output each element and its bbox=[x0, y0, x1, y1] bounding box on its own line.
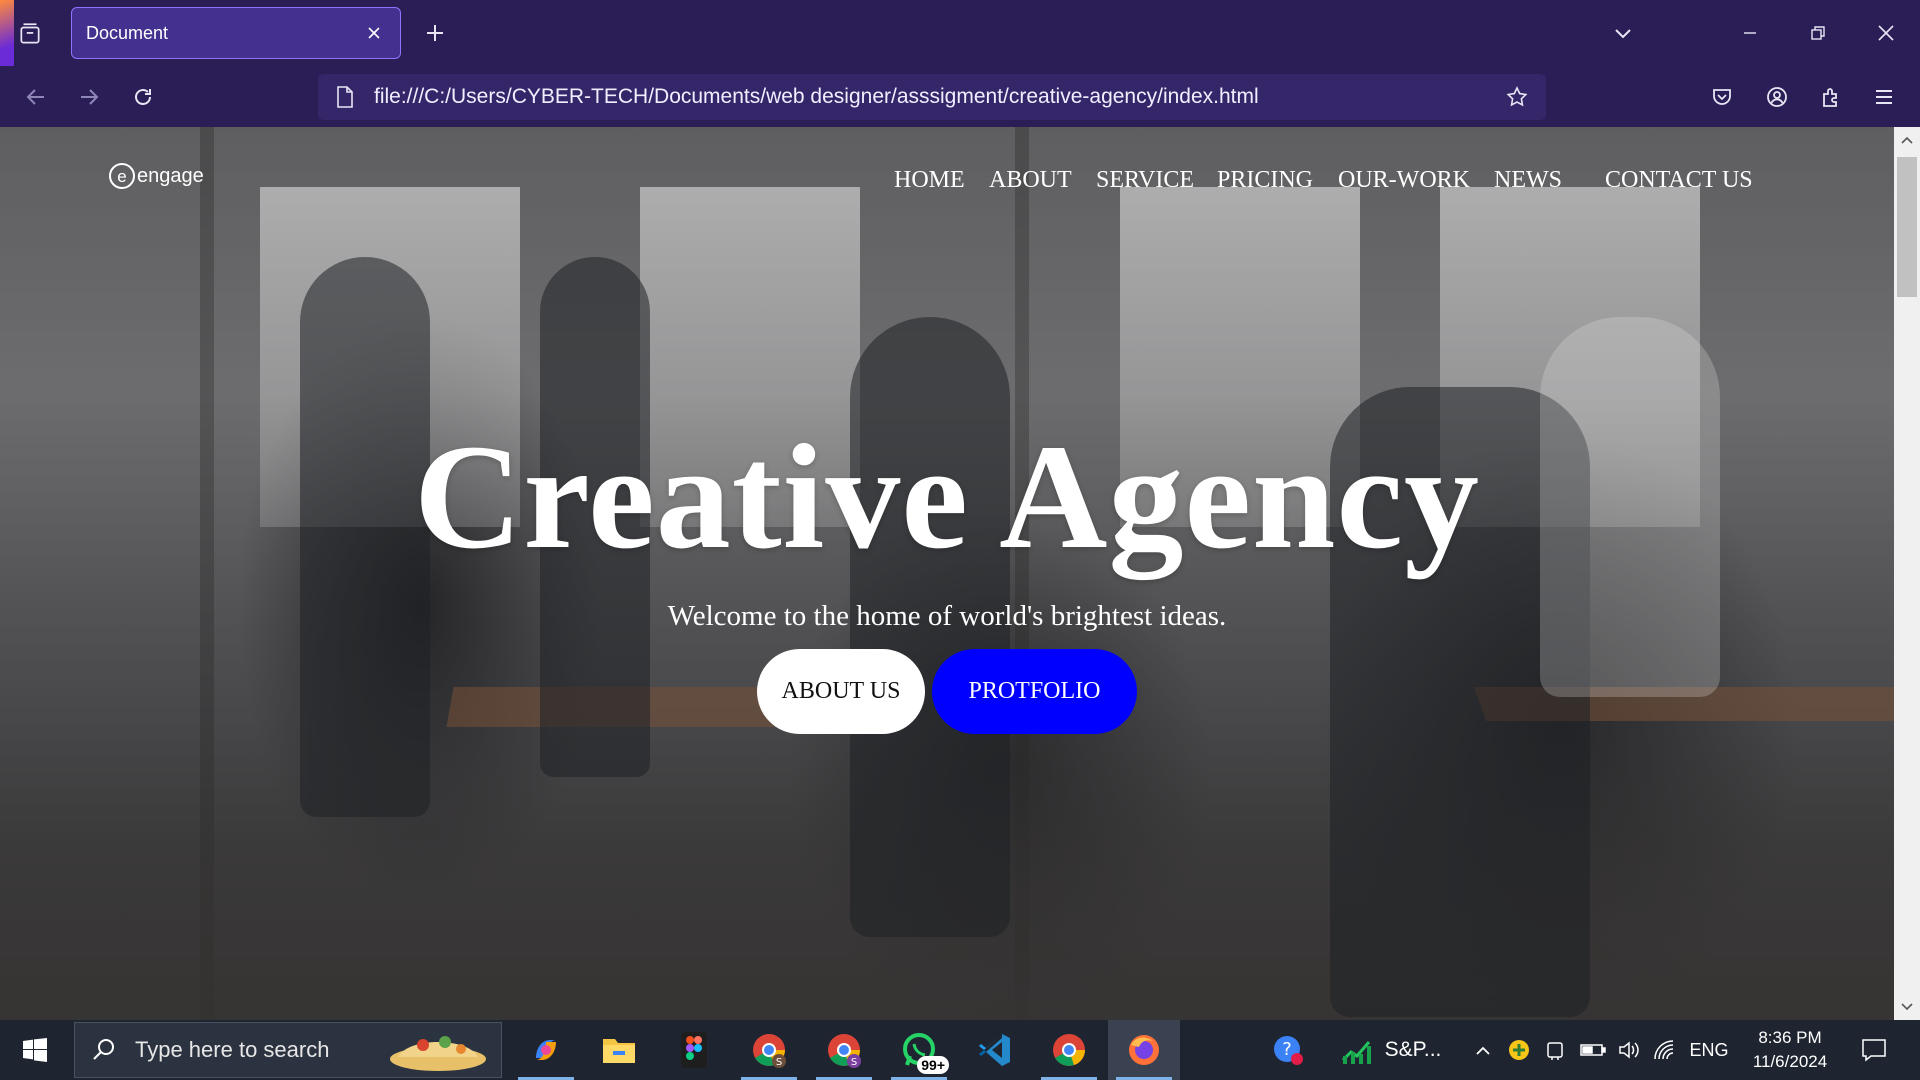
clock-time: 8:36 PM bbox=[1758, 1028, 1822, 1047]
bookmark-star-icon[interactable] bbox=[1502, 82, 1532, 112]
chrome-app-icon[interactable] bbox=[1033, 1020, 1105, 1080]
restore-icon[interactable] bbox=[1784, 0, 1852, 66]
search-icon bbox=[91, 1037, 117, 1063]
vscode-app-icon[interactable] bbox=[958, 1020, 1030, 1080]
search-highlight-food-icon bbox=[383, 1025, 493, 1075]
svg-text:S: S bbox=[776, 1057, 782, 1068]
site-navigation: HOME ABOUT SERVICE PRICING OUR-WORK NEWS… bbox=[0, 167, 1894, 197]
chrome-profile-s2-icon[interactable]: S bbox=[808, 1020, 880, 1080]
scroll-thumb[interactable] bbox=[1897, 157, 1917, 297]
account-icon[interactable] bbox=[1760, 80, 1794, 114]
extensions-icon[interactable] bbox=[1814, 80, 1848, 114]
figma-app-icon[interactable] bbox=[658, 1020, 730, 1080]
help-icon[interactable]: ? bbox=[1266, 1020, 1310, 1080]
file-explorer-icon[interactable] bbox=[583, 1020, 655, 1080]
hero-subtitle: Welcome to the home of world's brightest… bbox=[667, 600, 1227, 632]
portfolio-button[interactable]: PROTFOLIO bbox=[932, 649, 1137, 734]
svg-text:S: S bbox=[851, 1057, 857, 1068]
windows-taskbar: Type here to search S S 99+ ? S&P... ENG… bbox=[0, 1020, 1920, 1080]
nav-link-about[interactable]: ABOUT bbox=[989, 167, 1072, 194]
firefox-app-icon[interactable] bbox=[1108, 1020, 1180, 1080]
chevron-up-icon[interactable] bbox=[1470, 1020, 1496, 1080]
scroll-up-arrow-icon[interactable] bbox=[1894, 127, 1920, 153]
web-page-viewport: e engage HOME ABOUT SERVICE PRICING OUR-… bbox=[0, 127, 1894, 1020]
stock-chart-icon[interactable] bbox=[1330, 1020, 1384, 1080]
about-us-button[interactable]: ABOUT US bbox=[757, 649, 925, 734]
back-arrow-icon[interactable] bbox=[19, 80, 53, 114]
page-scrollbar[interactable] bbox=[1894, 127, 1920, 1020]
windows-start-icon[interactable] bbox=[0, 1020, 70, 1080]
pocket-icon[interactable] bbox=[1705, 80, 1739, 114]
chrome-profile-s-icon[interactable]: S bbox=[733, 1020, 805, 1080]
nav-link-pricing[interactable]: PRICING bbox=[1217, 167, 1313, 194]
address-bar[interactable]: file:///C:/Users/CYBER-TECH/Documents/we… bbox=[318, 74, 1546, 120]
taskbar-clock[interactable]: 8:36 PM 11/6/2024 bbox=[1730, 1026, 1850, 1074]
nav-link-news[interactable]: NEWS bbox=[1494, 167, 1562, 194]
copilot-app-icon[interactable] bbox=[510, 1020, 582, 1080]
scroll-down-arrow-icon[interactable] bbox=[1894, 994, 1920, 1020]
battery-icon[interactable] bbox=[1578, 1020, 1608, 1080]
tab-overview-icon[interactable] bbox=[14, 18, 46, 50]
search-placeholder: Type here to search bbox=[135, 1037, 330, 1062]
clock-date: 11/6/2024 bbox=[1752, 1052, 1828, 1071]
security-shield-icon[interactable] bbox=[1506, 1020, 1532, 1080]
active-tab[interactable]: Document bbox=[71, 7, 401, 59]
reload-icon[interactable] bbox=[126, 80, 160, 114]
language-indicator[interactable]: ENG bbox=[1686, 1020, 1732, 1080]
nav-link-service[interactable]: SERVICE bbox=[1096, 167, 1194, 194]
nav-link-contact-us[interactable]: CONTACT US bbox=[1605, 167, 1753, 194]
notification-badge: 99+ bbox=[917, 1056, 949, 1074]
notification-center-icon[interactable] bbox=[1852, 1020, 1896, 1080]
volume-icon[interactable] bbox=[1614, 1020, 1644, 1080]
tab-strip-accent bbox=[0, 0, 14, 66]
stock-widget-label[interactable]: S&P... bbox=[1378, 1020, 1448, 1080]
svg-text:?: ? bbox=[1282, 1039, 1292, 1060]
whatsapp-app-icon[interactable]: 99+ bbox=[883, 1020, 955, 1080]
chevron-down-icon[interactable] bbox=[1608, 18, 1638, 48]
nav-link-home[interactable]: HOME bbox=[894, 167, 965, 194]
wifi-icon[interactable] bbox=[1650, 1020, 1680, 1080]
menu-hamburger-icon[interactable] bbox=[1867, 80, 1901, 114]
hero-title: Creative Agency bbox=[413, 414, 1481, 580]
browser-tab-strip: Document bbox=[0, 0, 1920, 66]
page-file-icon bbox=[332, 84, 358, 110]
tab-close-icon[interactable] bbox=[362, 21, 386, 45]
nav-link-our-work[interactable]: OUR-WORK bbox=[1338, 167, 1470, 194]
url-text[interactable]: file:///C:/Users/CYBER-TECH/Documents/we… bbox=[374, 85, 1502, 109]
forward-arrow-icon[interactable] bbox=[72, 80, 106, 114]
close-window-icon[interactable] bbox=[1852, 0, 1920, 66]
device-icon[interactable] bbox=[1542, 1020, 1568, 1080]
minimize-icon[interactable] bbox=[1716, 0, 1784, 66]
new-tab-plus-icon[interactable] bbox=[420, 18, 450, 48]
tab-title: Document bbox=[86, 22, 169, 43]
browser-navigation-bar: file:///C:/Users/CYBER-TECH/Documents/we… bbox=[0, 66, 1920, 127]
taskbar-search-box[interactable]: Type here to search bbox=[74, 1022, 502, 1078]
